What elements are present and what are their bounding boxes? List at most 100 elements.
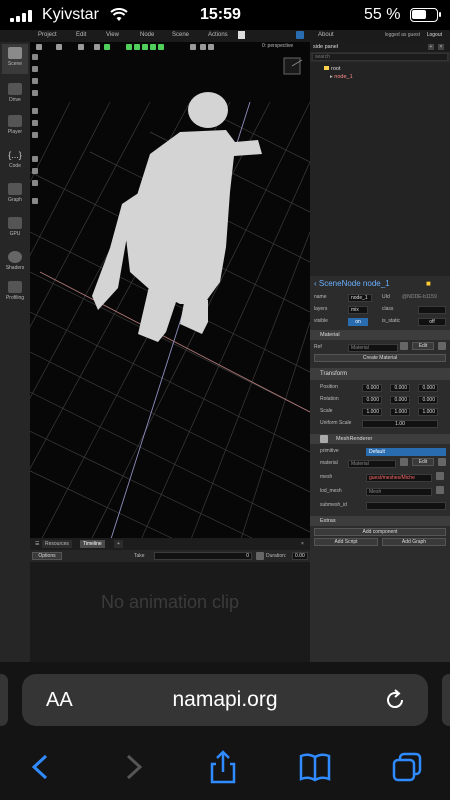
- scale-y[interactable]: 1.000: [390, 408, 410, 416]
- mesh-browse-icon[interactable]: [436, 472, 444, 480]
- mesh-renderer-section-header[interactable]: MeshRenderer: [310, 434, 450, 444]
- material-browse-icon[interactable]: [400, 458, 408, 466]
- logout-link[interactable]: Logout: [427, 32, 442, 38]
- layer-toggle-icon[interactable]: [104, 44, 110, 50]
- select-tool-icon[interactable]: [32, 54, 38, 60]
- tab-player[interactable]: Player: [2, 112, 28, 142]
- tabs-icon[interactable]: [390, 750, 424, 784]
- options-button[interactable]: Options: [32, 552, 62, 560]
- create-material-button[interactable]: Create Material: [314, 354, 446, 362]
- tree-item-node[interactable]: ▸ node_1: [310, 73, 450, 81]
- rotation-y[interactable]: 0.000: [390, 396, 410, 404]
- viewport-menu-icon[interactable]: [36, 44, 42, 50]
- orientation-gizmo[interactable]: [278, 52, 306, 80]
- primitive-select[interactable]: Default: [366, 448, 446, 456]
- tab-drive[interactable]: Drive: [2, 80, 28, 110]
- material-section-header[interactable]: Material: [310, 330, 450, 340]
- add-component-button[interactable]: Add component: [314, 528, 446, 536]
- light-icon[interactable]: [200, 44, 206, 50]
- rotation-z[interactable]: 0.000: [418, 396, 438, 404]
- material-ref-field[interactable]: Material: [348, 344, 398, 352]
- take-field[interactable]: 0: [154, 552, 252, 560]
- position-x[interactable]: 0.000: [362, 384, 382, 392]
- tab-code[interactable]: {...} Code: [2, 146, 28, 176]
- lock-tool-icon[interactable]: [32, 198, 38, 204]
- play-button[interactable]: [238, 31, 245, 39]
- bookmarks-icon[interactable]: [298, 750, 332, 784]
- tree-search-input[interactable]: search: [312, 53, 448, 61]
- take-options-icon[interactable]: [256, 552, 264, 560]
- close-icon[interactable]: ×: [438, 44, 444, 50]
- material-edit-button[interactable]: Edit: [412, 342, 434, 350]
- mesh-material-edit-button[interactable]: Edit: [412, 458, 434, 466]
- edit-tool-icon[interactable]: [32, 120, 38, 126]
- menu-view[interactable]: View: [106, 32, 119, 38]
- lod-browse-icon[interactable]: [436, 486, 444, 494]
- tab-shaders[interactable]: Shaders: [2, 248, 28, 278]
- frame-icon[interactable]: [208, 44, 214, 50]
- mesh-field[interactable]: guest/meshes/Miche: [366, 474, 432, 482]
- url-text[interactable]: namapi.org: [22, 688, 428, 712]
- paint-tool-icon[interactable]: [32, 132, 38, 138]
- position-y[interactable]: 0.000: [390, 384, 410, 392]
- tab-timeline[interactable]: Timeline: [80, 540, 105, 548]
- duration-field[interactable]: 0.00: [292, 552, 308, 560]
- pencil-tool-icon[interactable]: [32, 156, 38, 162]
- screen-toggle-button[interactable]: [296, 31, 304, 39]
- material-options-icon[interactable]: [438, 342, 446, 350]
- mesh-material-options-icon[interactable]: [438, 458, 446, 466]
- forward-icon[interactable]: [116, 750, 150, 784]
- tab-resources[interactable]: Resources: [42, 540, 72, 548]
- menu-icon[interactable]: ☰: [32, 540, 42, 548]
- layer-3-icon[interactable]: [142, 44, 148, 50]
- tab-profiling[interactable]: Profiling: [2, 278, 28, 308]
- class-field[interactable]: [418, 306, 446, 314]
- lod-mesh-field[interactable]: Mesh: [366, 488, 432, 496]
- material-field[interactable]: Material: [348, 460, 396, 468]
- extras-section-header[interactable]: Extras: [310, 516, 450, 526]
- add-graph-button[interactable]: Add Graph: [382, 538, 446, 546]
- transform-section-header[interactable]: Transform: [310, 368, 450, 380]
- menu-scene[interactable]: Scene: [172, 32, 189, 38]
- scale-tool-icon[interactable]: [32, 90, 38, 96]
- close-panel-icon[interactable]: ×: [298, 540, 307, 548]
- scale-z[interactable]: 1.000: [418, 408, 438, 416]
- expand-icon[interactable]: +: [428, 44, 434, 50]
- menu-actions[interactable]: Actions: [208, 32, 228, 38]
- layer-2-icon[interactable]: [134, 44, 140, 50]
- timeline-area[interactable]: No animation clip: [30, 562, 310, 662]
- 3d-viewport[interactable]: 0: perspective: [30, 42, 310, 538]
- grid-icon[interactable]: [94, 44, 100, 50]
- menu-project[interactable]: Project: [38, 32, 57, 38]
- name-field[interactable]: node_1: [348, 294, 372, 302]
- browse-icon[interactable]: [400, 342, 408, 350]
- layers-field[interactable]: mix: [348, 306, 368, 314]
- transform-tool-icon[interactable]: [32, 108, 38, 114]
- add-script-button[interactable]: Add Script: [314, 538, 378, 546]
- scale-x[interactable]: 1.000: [362, 408, 382, 416]
- layer-5-icon[interactable]: [158, 44, 164, 50]
- tab-gpu[interactable]: GPU: [2, 214, 28, 244]
- move-tool-icon[interactable]: [32, 66, 38, 72]
- rotation-x[interactable]: 0.000: [362, 396, 382, 404]
- tab-scene[interactable]: Scene: [2, 44, 28, 74]
- menu-node[interactable]: Node: [140, 32, 154, 38]
- add-tab-icon[interactable]: +: [114, 540, 123, 548]
- address-bar[interactable]: AA namapi.org: [22, 674, 428, 726]
- tree-item-root[interactable]: root: [324, 65, 340, 73]
- menu-about[interactable]: About: [318, 32, 334, 38]
- lock-icon[interactable]: ■: [426, 278, 431, 290]
- snap-icon[interactable]: [56, 44, 62, 50]
- prev-tab-peek[interactable]: [0, 674, 8, 726]
- share-icon[interactable]: [206, 750, 240, 784]
- layer-4-icon[interactable]: [150, 44, 156, 50]
- render-mode-icon[interactable]: [190, 44, 196, 50]
- camera-icon[interactable]: [78, 44, 84, 50]
- brush-tool-icon[interactable]: [32, 168, 38, 174]
- visible-toggle[interactable]: on: [348, 318, 368, 326]
- back-icon[interactable]: [24, 750, 58, 784]
- menu-edit[interactable]: Edit: [76, 32, 86, 38]
- is-static-toggle[interactable]: off: [418, 318, 446, 326]
- position-z[interactable]: 0.000: [418, 384, 438, 392]
- reload-icon[interactable]: [382, 687, 408, 713]
